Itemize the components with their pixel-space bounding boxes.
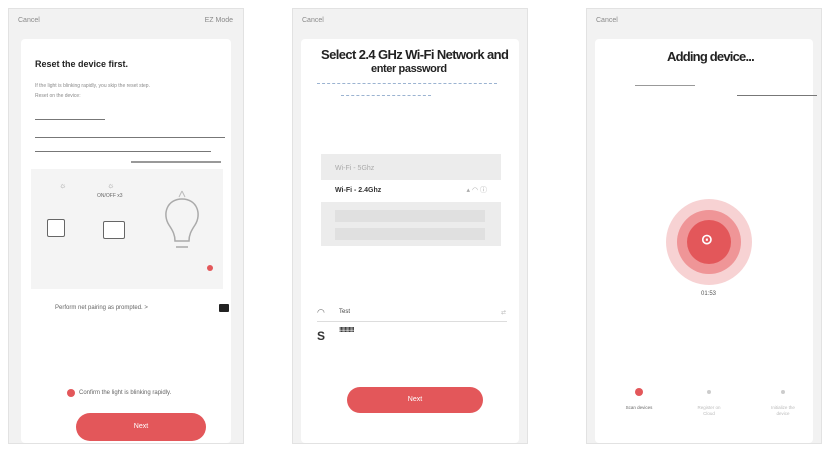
step-indicator	[707, 390, 711, 394]
page-subtitle: enter password	[371, 63, 447, 75]
divider-line	[341, 95, 431, 96]
progress-card: Adding device... ⊙ 01:53 Scan devices Re…	[595, 39, 817, 443]
password-input[interactable]: !!!!!!!!!!!	[339, 327, 355, 334]
page-title: Adding device...	[667, 49, 755, 64]
switch-icon	[47, 219, 65, 237]
step-label: Register on Cloud	[697, 405, 721, 416]
next-button[interactable]: Next	[347, 387, 483, 413]
divider-line	[317, 83, 497, 84]
light-on-icon: ☼	[107, 181, 115, 190]
confirm-checkbox[interactable]	[67, 389, 75, 397]
adding-device-screen: Cancel Adding device... ⊙ 01:53 Scan dev…	[586, 8, 822, 444]
wifi-option-5ghz[interactable]: Wi-Fi - 5Ghz	[321, 158, 501, 180]
wifi-list: Wi-Fi - 5Ghz Wi-Fi - 2.4Ghz ▴ ◠ ⓘ	[321, 154, 501, 246]
divider-line	[131, 161, 221, 163]
page-title: Select 2.4 GHz Wi-Fi Network and	[321, 47, 509, 62]
wifi-card: Select 2.4 GHz Wi-Fi Network and enter p…	[301, 39, 519, 443]
hint-text: If the light is blinking rapidly, you sk…	[35, 83, 150, 89]
wifi-option-2-4ghz[interactable]: Wi-Fi - 2.4Ghz ▴ ◠ ⓘ	[321, 180, 501, 202]
video-icon[interactable]	[219, 304, 229, 312]
reset-card: Reset the device first. If the light is …	[21, 39, 231, 443]
reset-instruction: Reset on the device:	[35, 93, 81, 99]
cancel-button[interactable]: Cancel	[596, 17, 618, 24]
top-bar: Cancel EZ Mode	[9, 9, 243, 31]
divider-line	[737, 95, 817, 96]
next-button[interactable]: Next	[76, 413, 206, 441]
step-label: Scan devices	[625, 405, 653, 410]
divider-line	[35, 137, 225, 138]
divider-line	[317, 321, 507, 322]
wifi-icon: ◠	[317, 307, 325, 317]
network-name-field[interactable]: Test	[339, 309, 350, 315]
select-wifi-screen: Cancel Select 2.4 GHz Wi-Fi Network and …	[292, 8, 528, 444]
step-indicator-active	[635, 388, 643, 396]
cancel-button[interactable]: Cancel	[302, 17, 324, 24]
wifi-option-placeholder[interactable]	[335, 210, 485, 222]
pairing-prompt-link[interactable]: Perform net pairing as prompted. >	[55, 305, 148, 311]
page-title: Reset the device first.	[35, 59, 129, 69]
status-text: ON/OFF x3	[97, 193, 123, 199]
mode-switch-button[interactable]: EZ Mode	[205, 17, 233, 24]
divider-line	[35, 119, 105, 120]
top-bar: Cancel	[587, 9, 821, 31]
step-label: Initialize the device	[771, 405, 795, 416]
wifi-option-placeholder[interactable]	[335, 228, 485, 240]
wifi-strength-icon: ▴ ◠ ⓘ	[466, 187, 487, 194]
lock-icon: S	[317, 329, 326, 343]
illustration-panel: ☼ ☼ ON/OFF x3	[31, 169, 223, 289]
divider-line	[635, 85, 695, 86]
step-indicator	[781, 390, 785, 394]
blink-indicator-icon	[207, 265, 213, 271]
search-icon: ⊙	[701, 231, 713, 247]
divider-line	[35, 151, 211, 152]
top-bar: Cancel	[293, 9, 527, 31]
cancel-button[interactable]: Cancel	[18, 17, 40, 24]
bulb-icon	[165, 190, 199, 248]
countdown-timer: 01:53	[701, 291, 717, 297]
light-off-icon: ☼	[59, 181, 67, 190]
hand-switch-icon	[103, 221, 125, 239]
reset-device-screen: Cancel EZ Mode Reset the device first. I…	[8, 8, 244, 444]
confirm-label: Confirm the light is blinking rapidly.	[79, 390, 172, 396]
switch-network-icon[interactable]: ⇄	[501, 309, 506, 316]
